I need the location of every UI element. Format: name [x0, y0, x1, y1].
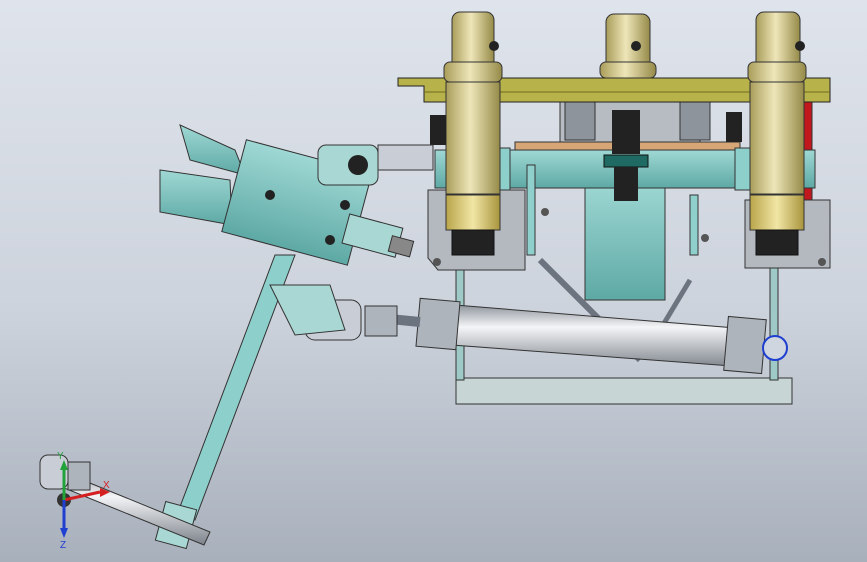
brass-cylinder-left [443, 11, 503, 256]
y-axis-label: Y [57, 451, 64, 462]
gripper-assembly [159, 124, 434, 266]
pneumatic-cylinder [379, 297, 788, 375]
link-arm [154, 254, 346, 550]
z-axis-label: Z [60, 540, 66, 551]
cad-assembly-view: X Y Z [39, 11, 831, 551]
x-axis-label: X [103, 480, 110, 491]
brass-cylinder-right [747, 11, 807, 256]
